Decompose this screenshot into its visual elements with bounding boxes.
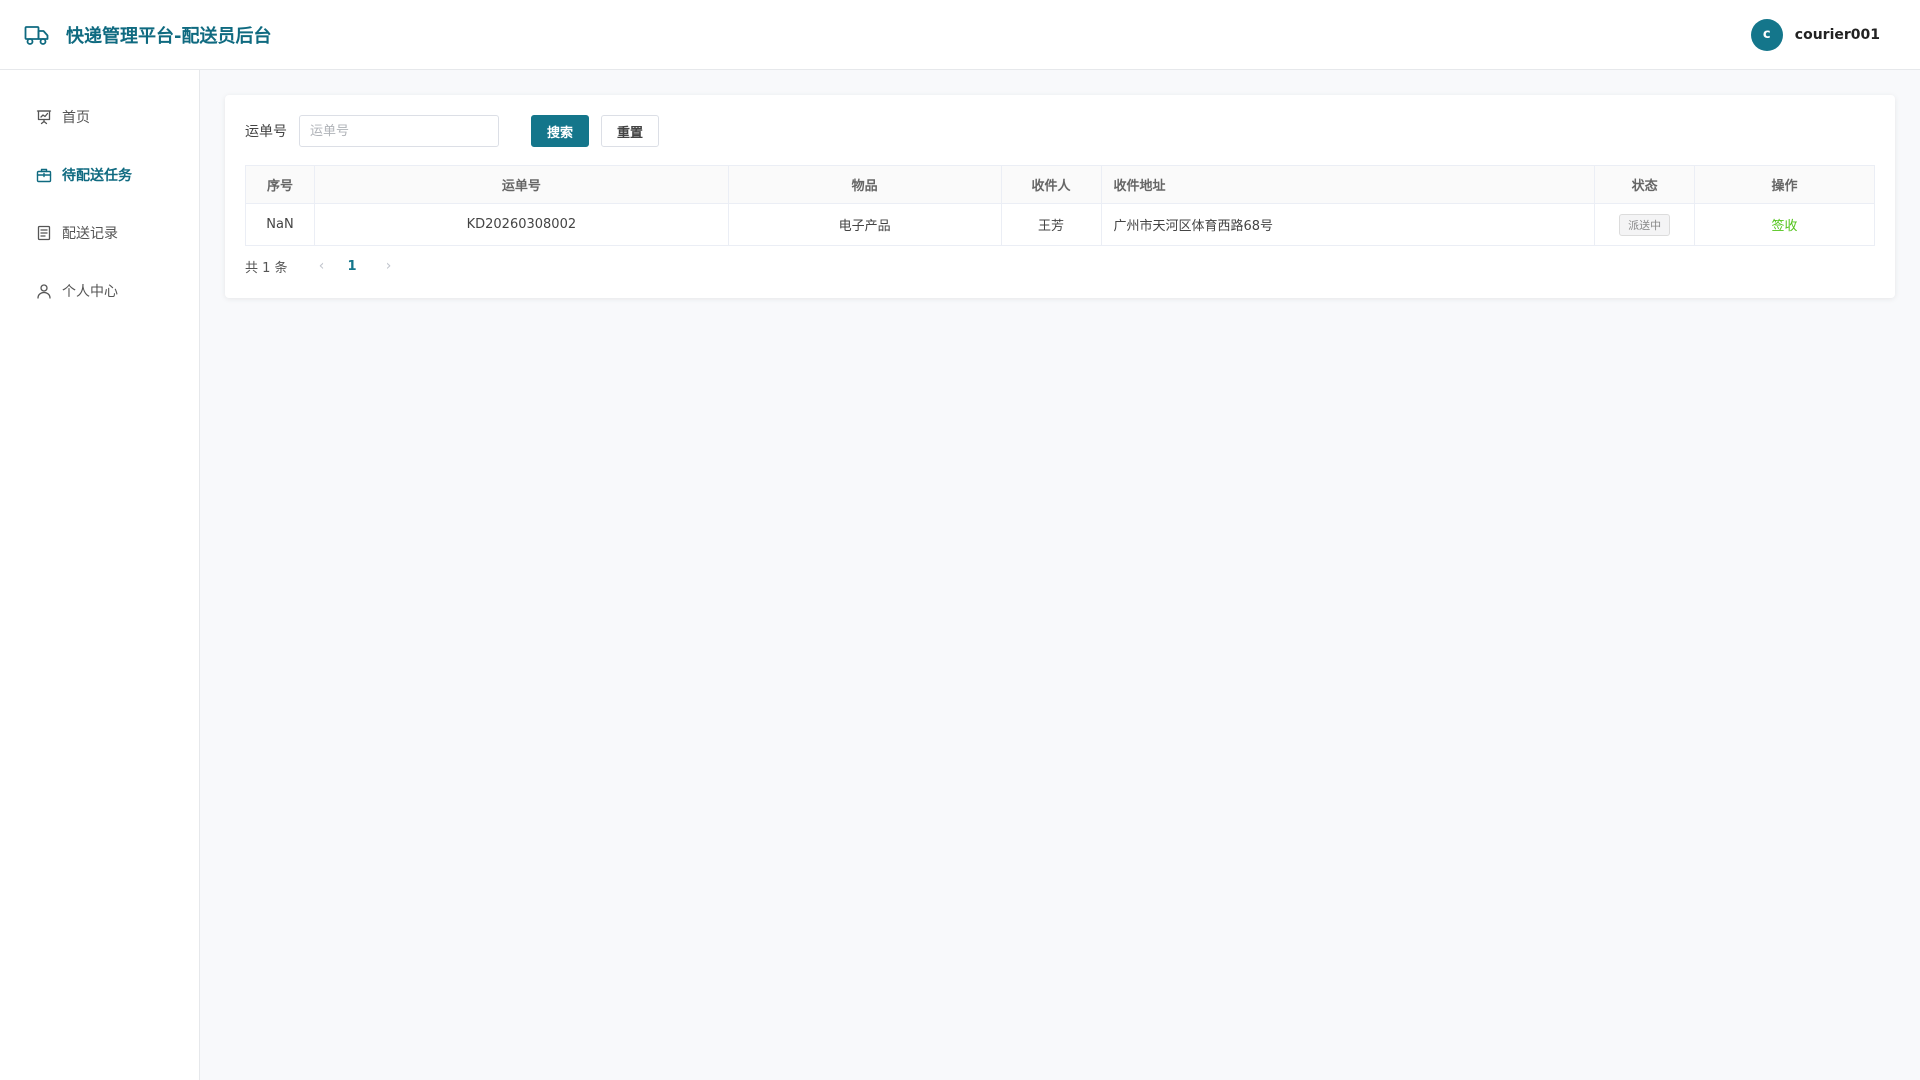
cell-waybill: KD20260308002	[313, 203, 729, 246]
cell-index: NaN	[245, 203, 315, 246]
column-header-item: 物品	[727, 165, 1002, 204]
user-menu[interactable]: c courier001	[1750, 18, 1880, 51]
column-header-index: 序号	[245, 165, 315, 204]
pagination: 共 1 条 ‹ 1 ›	[245, 256, 1875, 276]
chevron-right-icon[interactable]: ›	[383, 258, 395, 274]
top-header: 快递管理平台-配送员后台 c courier001	[0, 0, 1920, 70]
sidebar: 首页 待配送任务 配送记录 个人中心	[0, 70, 200, 1080]
username[interactable]: courier001	[1795, 27, 1880, 43]
reset-button[interactable]: 重置	[601, 115, 660, 147]
sidebar-item-label: 待配送任务	[62, 168, 132, 184]
sidebar-item-label: 配送记录	[62, 226, 118, 242]
package-icon	[36, 167, 52, 183]
chevron-left-icon[interactable]: ‹	[316, 258, 328, 274]
sidebar-item-pending-tasks[interactable]: 待配送任务	[0, 146, 199, 204]
sidebar-item-label: 个人中心	[62, 284, 118, 300]
cell-action: 签收	[1694, 203, 1875, 246]
sidebar-item-label: 首页	[62, 110, 90, 126]
cell-item: 电子产品	[727, 203, 1002, 246]
column-header-action: 操作	[1694, 165, 1875, 204]
user-icon	[36, 283, 52, 299]
brand: 快递管理平台-配送员后台	[24, 22, 271, 48]
sidebar-item-delivery-records[interactable]: 配送记录	[0, 204, 199, 262]
task-card: 运单号 搜索 重置 序号 运单号 物品 收件人 收件地址 状态 操作 NaN K…	[225, 95, 1895, 298]
column-header-waybill: 运单号	[313, 165, 729, 204]
table-header-row: 序号 运单号 物品 收件人 收件地址 状态 操作	[245, 165, 1875, 204]
cell-status: 派送中	[1594, 203, 1696, 246]
document-icon	[36, 225, 52, 241]
search-bar: 运单号 搜索 重置	[245, 115, 1875, 147]
status-badge: 派送中	[1619, 213, 1671, 236]
page-number-current[interactable]: 1	[348, 259, 357, 274]
column-header-status: 状态	[1594, 165, 1696, 204]
avatar[interactable]: c	[1750, 18, 1783, 51]
column-header-recipient: 收件人	[1000, 165, 1102, 204]
truck-icon	[24, 23, 52, 47]
table-row: NaN KD20260308002 电子产品 王芳 广州市天河区体育西路68号 …	[245, 203, 1875, 246]
waybill-search-input[interactable]	[299, 115, 499, 147]
sign-receipt-link[interactable]: 签收	[1772, 219, 1798, 234]
sidebar-item-profile[interactable]: 个人中心	[0, 262, 199, 320]
total-count: 共 1 条	[245, 260, 288, 276]
presentation-chart-icon	[36, 109, 52, 125]
cell-address: 广州市天河区体育西路68号	[1100, 203, 1596, 246]
search-button[interactable]: 搜索	[531, 115, 590, 147]
sidebar-item-home[interactable]: 首页	[0, 88, 199, 146]
task-table: 序号 运单号 物品 收件人 收件地址 状态 操作 NaN KD202603080…	[245, 165, 1875, 246]
waybill-search-label: 运单号	[245, 124, 287, 140]
column-header-address: 收件地址	[1100, 165, 1596, 204]
cell-recipient: 王芳	[1000, 203, 1102, 246]
app-title: 快递管理平台-配送员后台	[66, 25, 272, 47]
